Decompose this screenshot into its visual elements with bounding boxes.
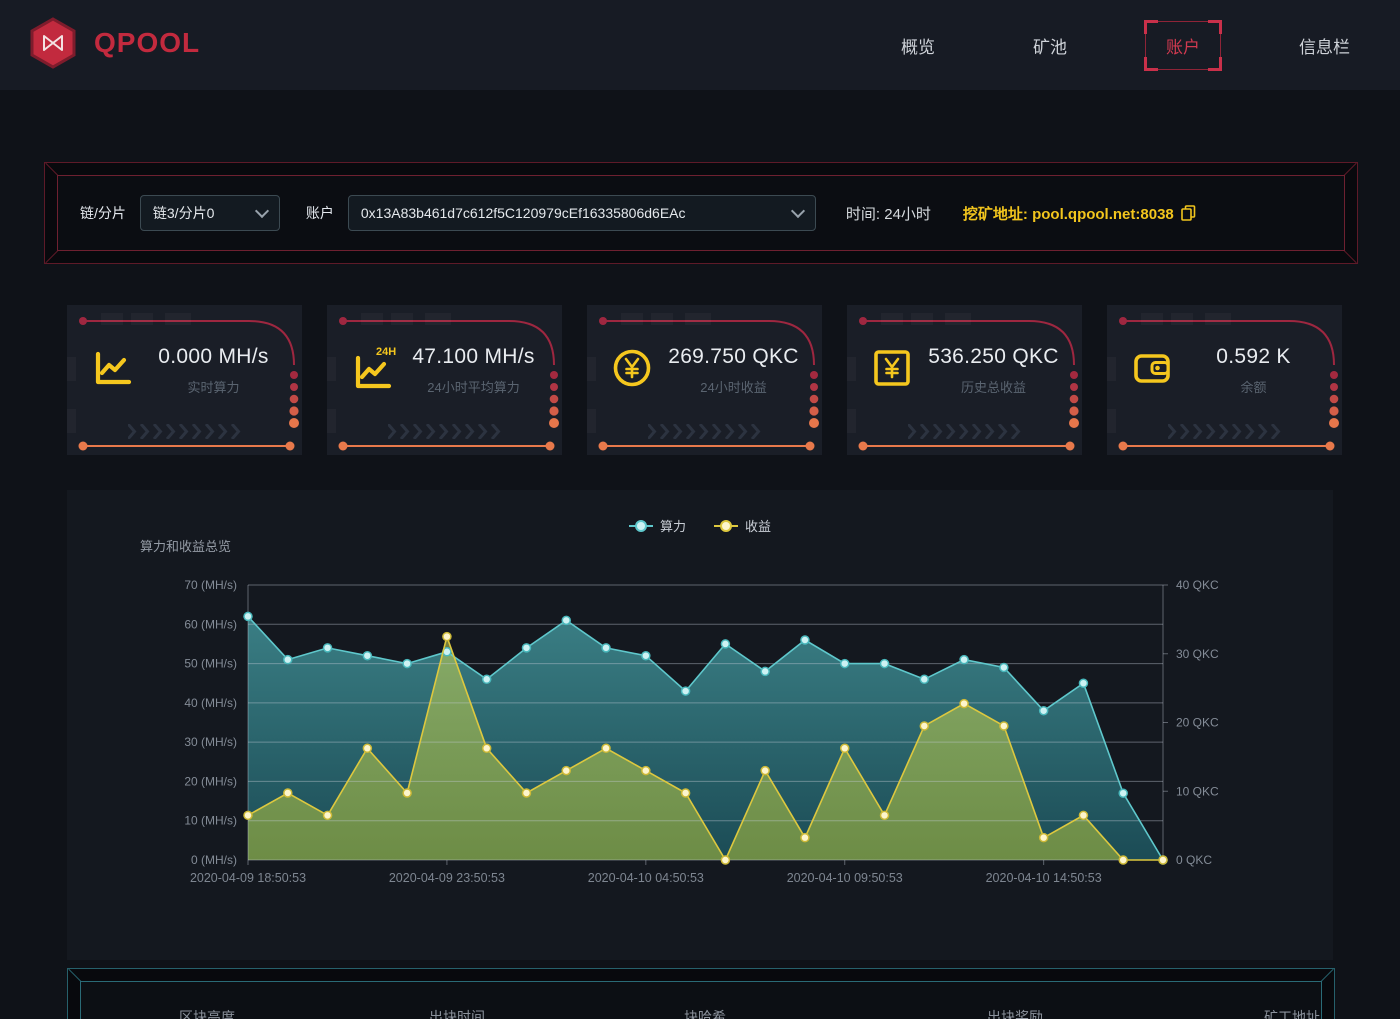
svg-text:10 (MH/s): 10 (MH/s) <box>184 814 237 828</box>
svg-text:60 (MH/s): 60 (MH/s) <box>184 617 237 631</box>
time-range-label: 时间: 24小时 <box>846 203 931 224</box>
account-label: 账户 <box>306 203 334 223</box>
blocks-table-panel: 区块高度 出块时间 块哈希 出块奖励 矿工地址 <box>67 968 1335 1019</box>
nav-item-账户[interactable]: 账户 <box>1145 21 1221 70</box>
svg-text:0 (MH/s): 0 (MH/s) <box>191 853 237 867</box>
realtime-hashrate-icon <box>89 345 135 391</box>
account-select[interactable]: 0x13A83b461d7c612f5C120979cEf16335806d6E… <box>348 195 816 231</box>
stat-card: 0.000 MH/s 实时算力 <box>67 305 302 455</box>
filter-panel: 链/分片 链3/分片0 账户 0x13A83b461d7c612f5C12097… <box>44 162 1358 264</box>
legend-marker-icon <box>629 525 653 527</box>
stat-card: 0.592 K 余额 <box>1107 305 1342 455</box>
svg-text:24H: 24H <box>376 346 396 358</box>
chain-shard-label: 链/分片 <box>80 203 126 223</box>
stat-label: 24小时收益 <box>659 377 808 396</box>
svg-text:10 QKC: 10 QKC <box>1176 784 1219 798</box>
active-nav-corner-decoration <box>1144 57 1158 71</box>
chevron-down-icon <box>791 204 805 218</box>
legend-item-算力[interactable]: 算力 <box>629 516 686 535</box>
active-nav-corner-decoration <box>1144 20 1158 34</box>
chevrons-decoration <box>1107 424 1342 439</box>
stat-label: 历史总收益 <box>919 377 1068 396</box>
mining-address-text: 挖矿地址: pool.qpool.net:8038 <box>963 203 1174 224</box>
svg-text:2020-04-10 04:50:53: 2020-04-10 04:50:53 <box>588 871 704 885</box>
chart-legend: 算力 收益 <box>67 516 1333 535</box>
brand-name: QPOOL <box>94 27 200 59</box>
stat-label: 24小时平均算力 <box>399 377 548 396</box>
stat-card: 269.750 QKC 24小时收益 <box>587 305 822 455</box>
table-column-header: 块哈希 <box>684 1007 726 1019</box>
chevron-down-icon <box>255 204 269 218</box>
chain-shard-select[interactable]: 链3/分片0 <box>140 195 280 231</box>
chain-shard-value: 链3/分片0 <box>153 203 214 223</box>
legend-label: 算力 <box>660 516 686 535</box>
stat-value: 47.100 MH/s <box>399 345 548 369</box>
table-column-header: 出块奖励 <box>987 1007 1043 1019</box>
wallet-icon <box>1129 345 1175 391</box>
table-column-header: 区块高度 <box>179 1007 235 1019</box>
stat-card: 24H 47.100 MH/s 24小时平均算力 <box>327 305 562 455</box>
table-column-header: 矿工地址 <box>1264 1007 1320 1019</box>
stat-value: 0.000 MH/s <box>139 345 288 369</box>
hashrate-earnings-chart: 0 (MH/s) 10 (MH/s) 20 (MH/s) 30 (MH/s) 40 (M… <box>67 490 1333 960</box>
stat-label: 实时算力 <box>139 377 288 396</box>
svg-text:40 (MH/s): 40 (MH/s) <box>184 696 237 710</box>
chevrons-decoration <box>327 424 562 439</box>
account-address-value: 0x13A83b461d7c612f5C120979cEf16335806d6E… <box>361 205 686 221</box>
svg-text:2020-04-09 23:50:53: 2020-04-09 23:50:53 <box>389 871 505 885</box>
chevrons-decoration <box>847 424 1082 439</box>
svg-text:70 (MH/s): 70 (MH/s) <box>184 578 237 592</box>
stat-label: 余额 <box>1179 377 1328 396</box>
hashrate-earnings-chart-panel: 算力和收益总览 算力 收益 0 (MH/s) 10 (MH/s) 20 (MH/s)… <box>67 490 1333 960</box>
blocks-table-inner: 区块高度 出块时间 块哈希 出块奖励 矿工地址 <box>80 981 1322 1019</box>
table-column-header: 出块时间 <box>429 1007 485 1019</box>
qpool-account-page: QPOOL 概览矿池账户信息栏 链/分片 链3/分片0 账户 0x13A83b4… <box>0 0 1400 1019</box>
svg-text:2020-04-10 14:50:53: 2020-04-10 14:50:53 <box>986 871 1102 885</box>
legend-label: 收益 <box>745 516 771 535</box>
chart-title: 算力和收益总览 <box>140 536 231 555</box>
chevrons-decoration <box>587 424 822 439</box>
chart-areas <box>248 616 1163 860</box>
avg-hashrate-24h-icon: 24H <box>349 345 395 391</box>
yen-square-icon <box>869 345 915 391</box>
mining-address: 挖矿地址: pool.qpool.net:8038 <box>963 203 1196 224</box>
active-nav-corner-decoration <box>1208 57 1222 71</box>
legend-item-收益[interactable]: 收益 <box>714 516 771 535</box>
stat-cards-row: 0.000 MH/s 实时算力 24H 47.100 MH/s 24小时平均算力 <box>67 305 1342 455</box>
chevrons-decoration <box>67 424 302 439</box>
yen-circle-icon <box>609 345 655 391</box>
nav-item-信息栏[interactable]: 信息栏 <box>1279 22 1370 69</box>
svg-text:2020-04-09 18:50:53: 2020-04-09 18:50:53 <box>190 871 306 885</box>
qpool-logo-icon <box>28 17 78 69</box>
active-nav-corner-decoration <box>1208 20 1222 34</box>
nav-item-概览[interactable]: 概览 <box>881 22 955 69</box>
svg-text:20 (MH/s): 20 (MH/s) <box>184 774 237 788</box>
svg-text:30 QKC: 30 QKC <box>1176 647 1219 661</box>
nav-item-矿池[interactable]: 矿池 <box>1013 22 1087 69</box>
legend-marker-icon <box>714 525 738 527</box>
copy-icon[interactable] <box>1181 205 1196 221</box>
svg-text:2020-04-10 09:50:53: 2020-04-10 09:50:53 <box>787 871 903 885</box>
svg-text:40 QKC: 40 QKC <box>1176 578 1219 592</box>
stat-value: 0.592 K <box>1179 345 1328 369</box>
stat-card: 536.250 QKC 历史总收益 <box>847 305 1082 455</box>
svg-text:50 (MH/s): 50 (MH/s) <box>184 657 237 671</box>
brand[interactable]: QPOOL <box>28 17 200 69</box>
filter-panel-inner: 链/分片 链3/分片0 账户 0x13A83b461d7c612f5C12097… <box>57 175 1345 251</box>
stat-value: 269.750 QKC <box>659 345 808 369</box>
top-navigation-bar: QPOOL 概览 矿池 账户 信息栏 <box>0 0 1400 90</box>
main-nav: 概览 矿池 账户 信息栏 <box>881 0 1370 90</box>
svg-text:20 QKC: 20 QKC <box>1176 716 1219 730</box>
stat-value: 536.250 QKC <box>919 345 1068 369</box>
svg-text:30 (MH/s): 30 (MH/s) <box>184 735 237 749</box>
svg-text:0 QKC: 0 QKC <box>1176 853 1212 867</box>
